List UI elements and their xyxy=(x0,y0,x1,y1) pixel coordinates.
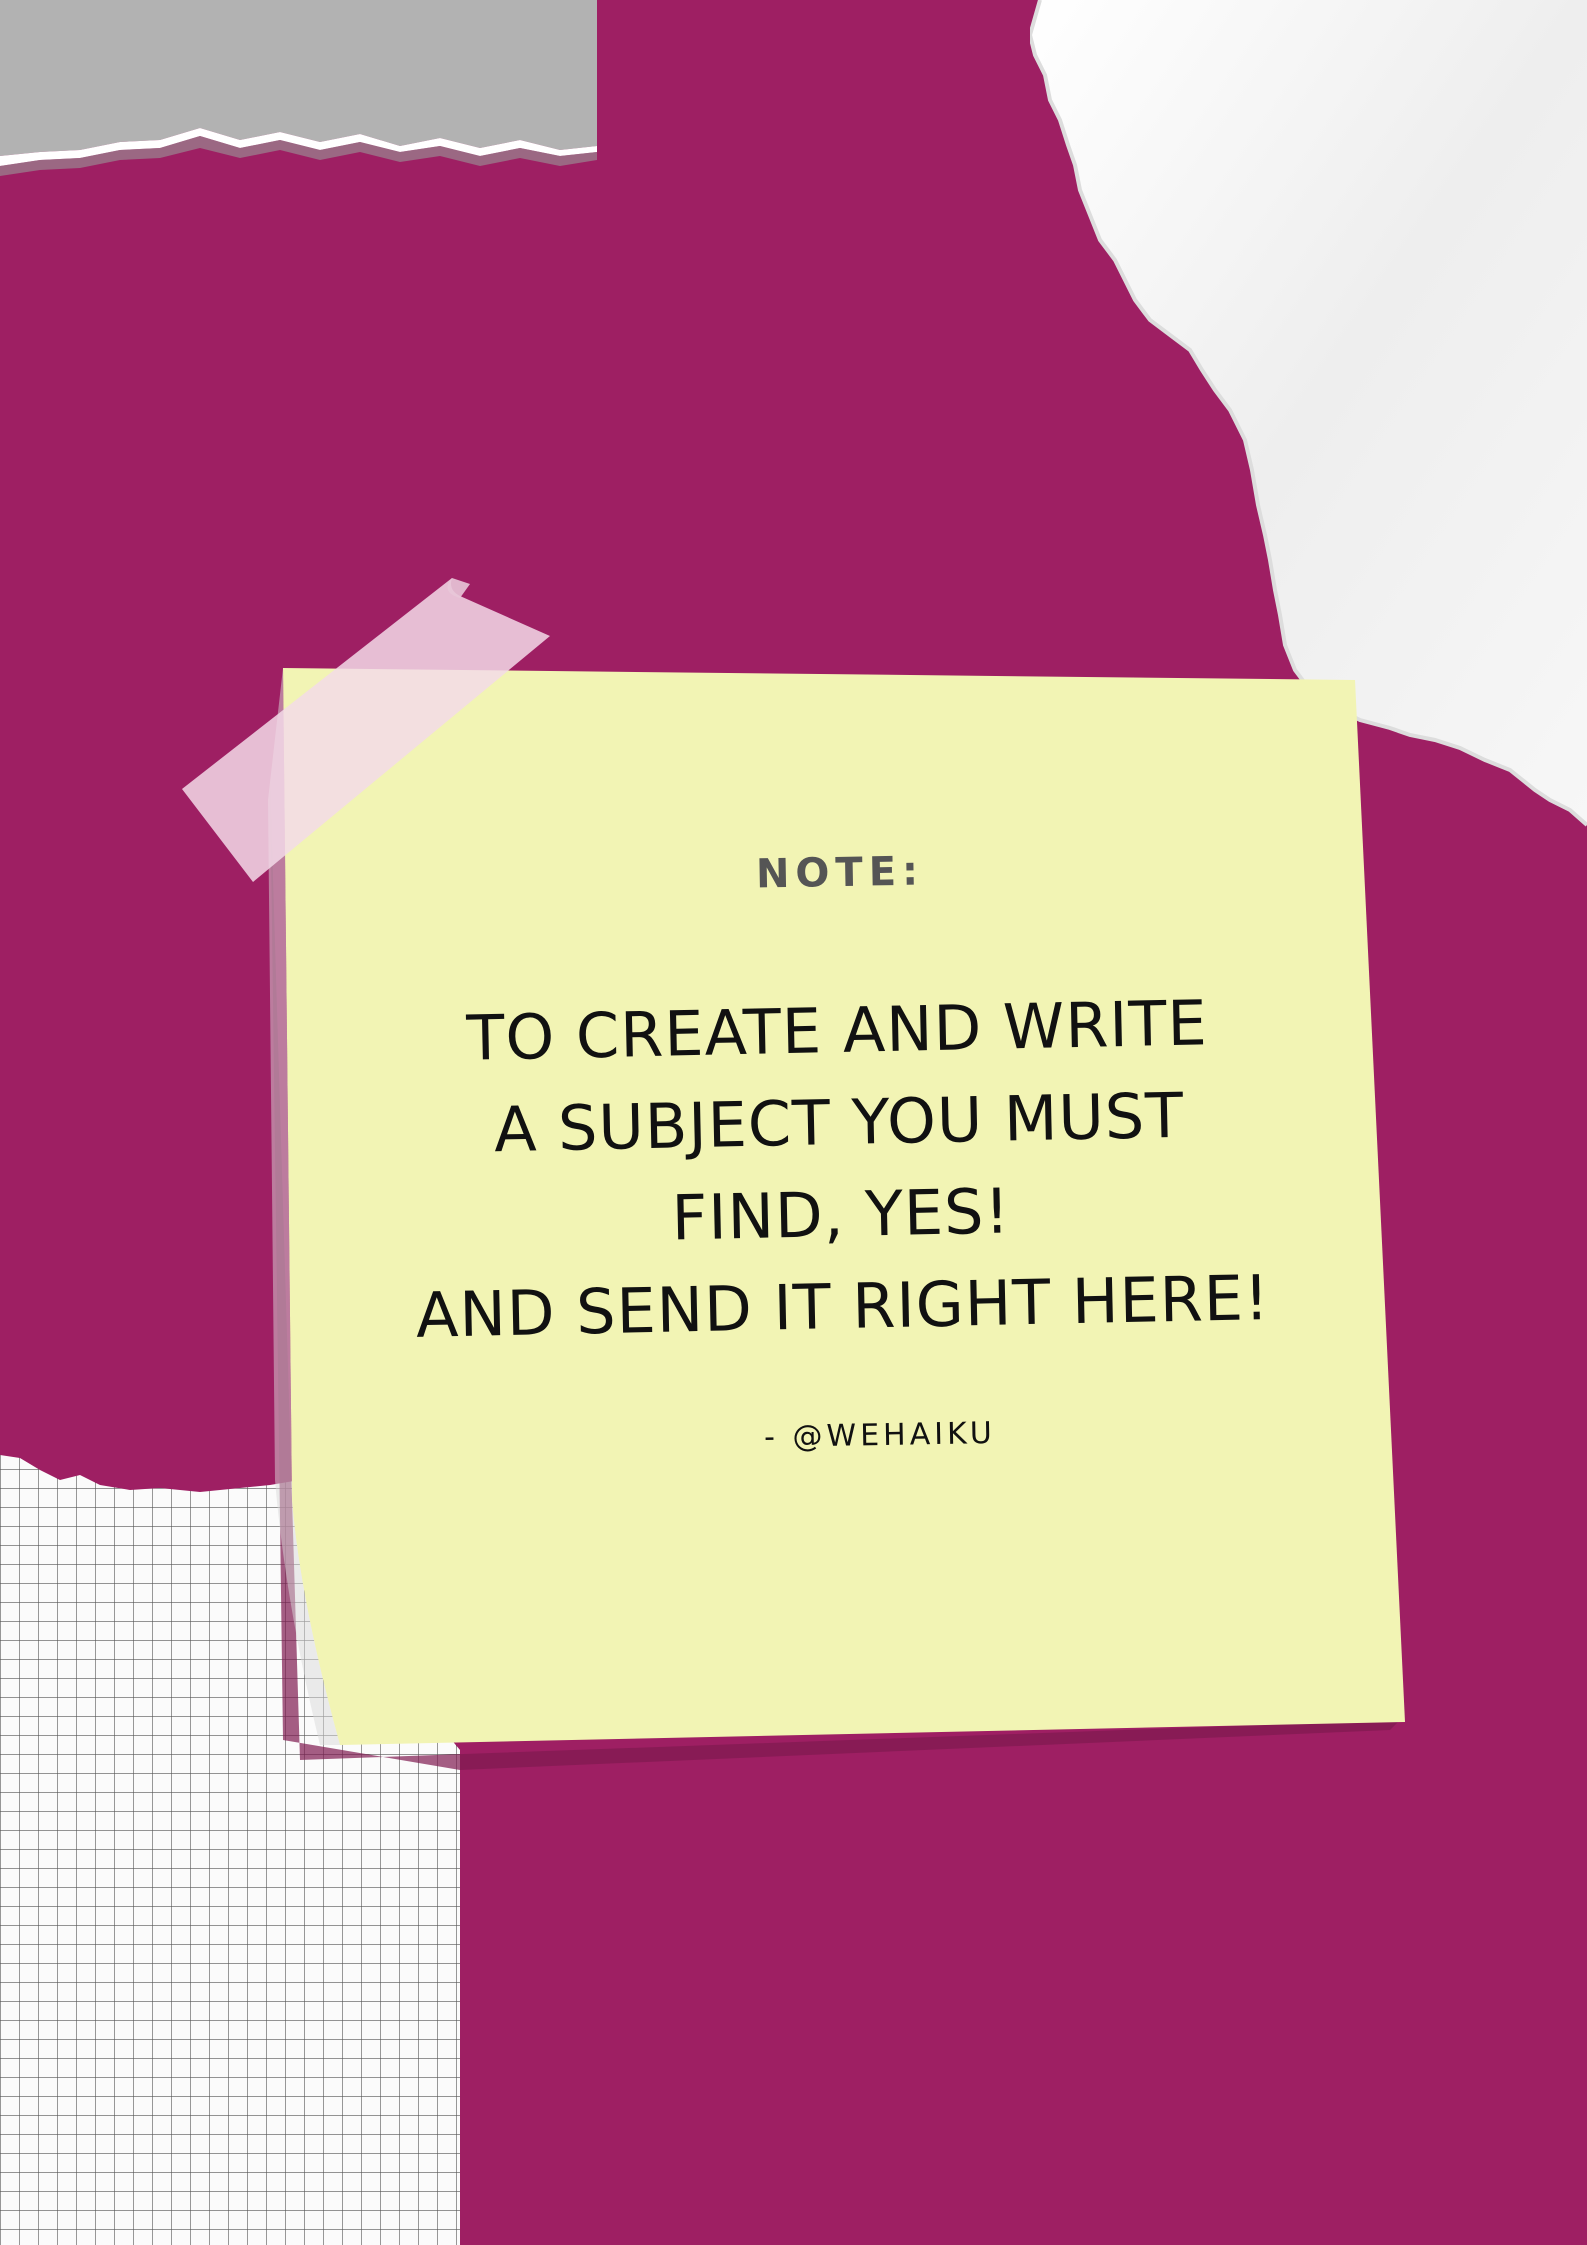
note-author: - @WEHAIKU xyxy=(763,1415,997,1456)
note-label: NOTE: xyxy=(755,848,925,898)
note-body: TO CREATE AND WRITE A SUBJECT YOU MUST F… xyxy=(296,974,1383,1365)
grid-paper xyxy=(0,1455,460,2245)
white-torn-paper xyxy=(1030,0,1587,827)
grey-torn-paper xyxy=(0,0,597,176)
